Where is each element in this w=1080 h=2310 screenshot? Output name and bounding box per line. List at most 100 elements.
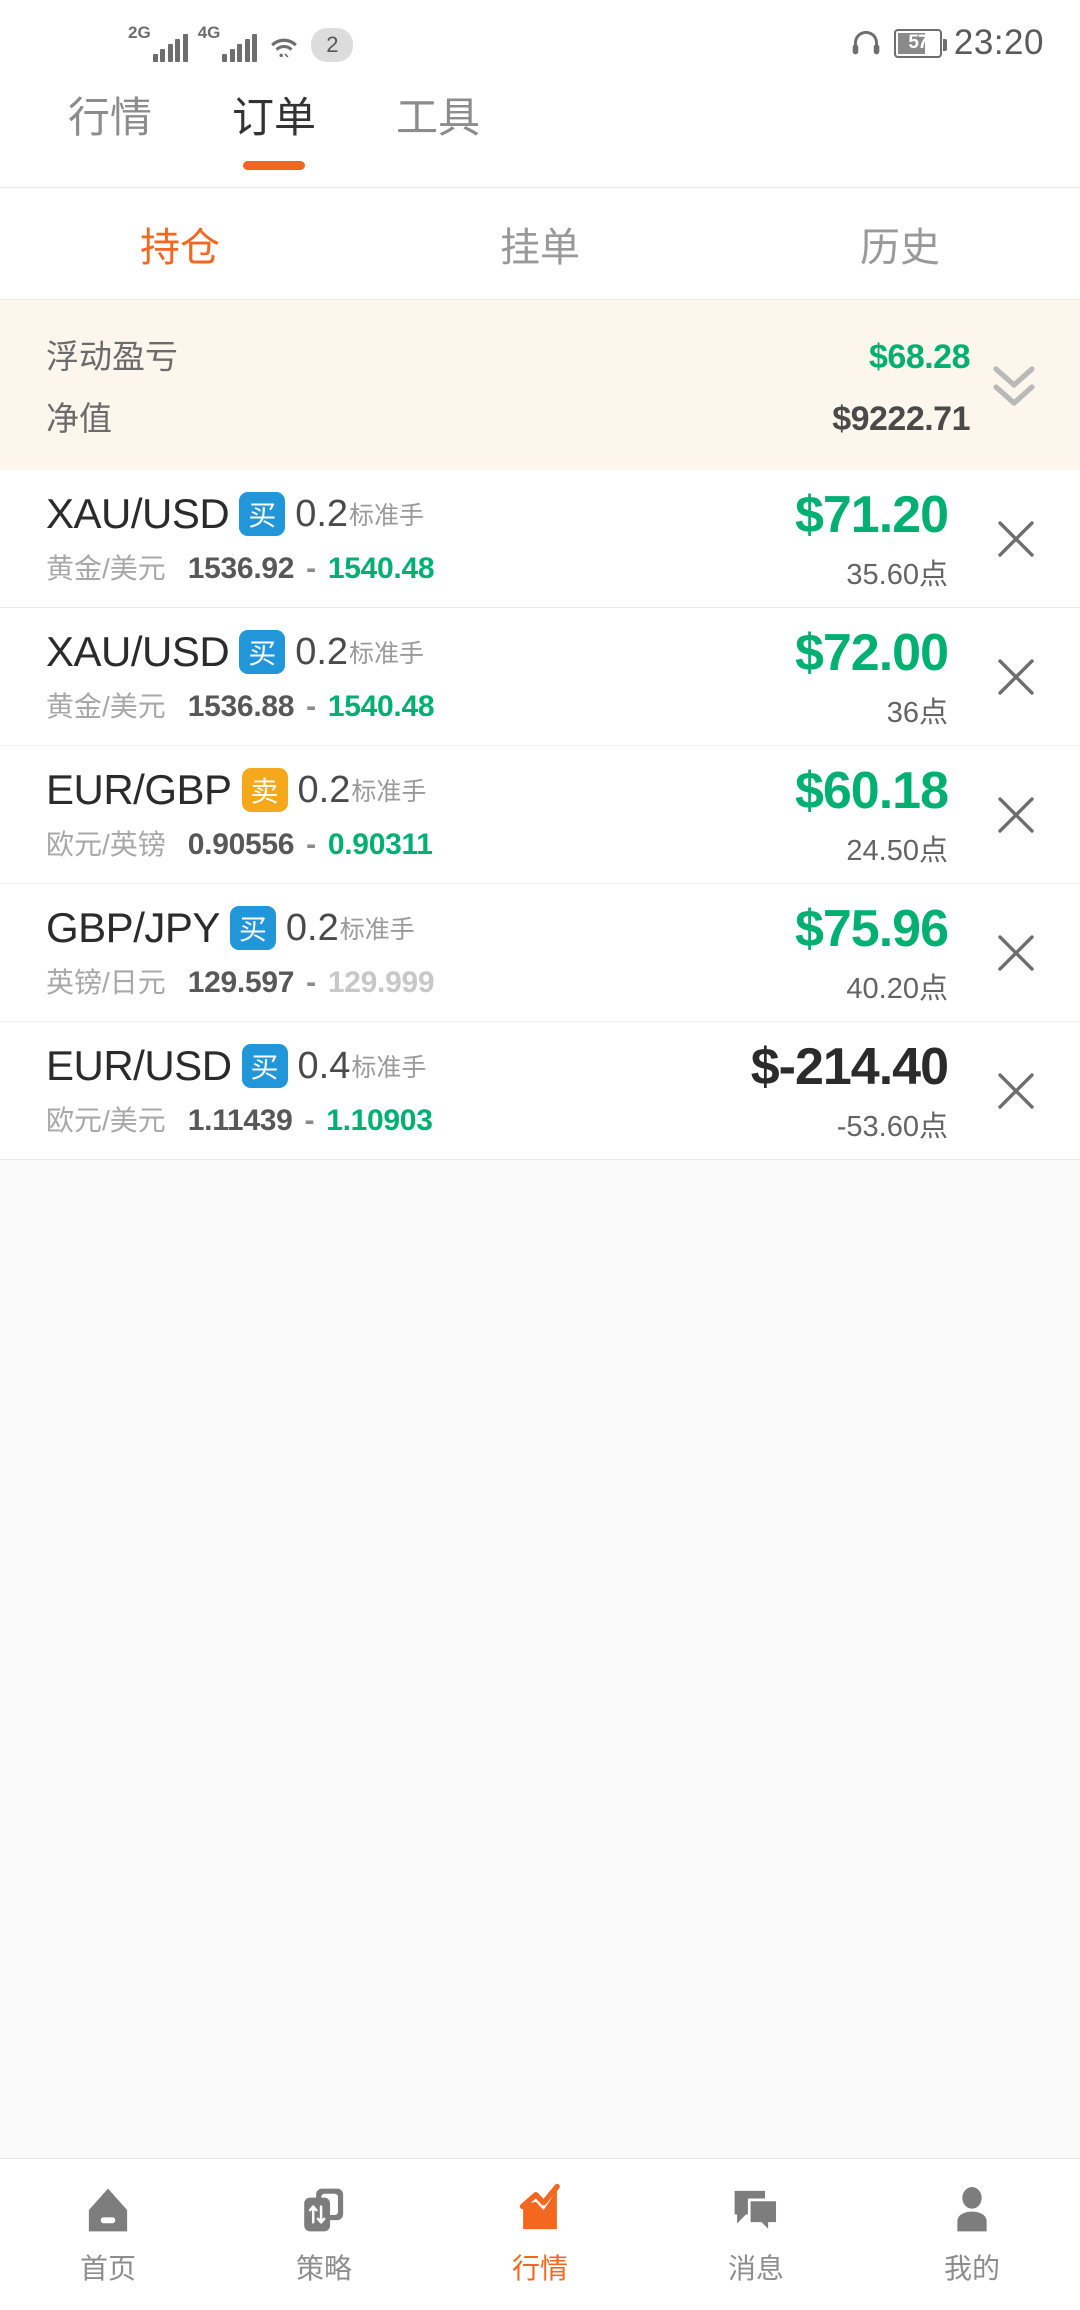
signal-2g: 2G bbox=[128, 24, 188, 62]
current-price-label: 1.10903 bbox=[326, 1104, 433, 1137]
price-pair: 1.11439 - 1.10903 bbox=[188, 1104, 433, 1138]
points-value: -53.60点 bbox=[836, 1110, 948, 1143]
nav-item-profile-label: 我的 bbox=[943, 2252, 1000, 2284]
messages-icon bbox=[734, 2190, 779, 2235]
table-row[interactable]: XAU/USD 买 0.2 标准手 黄金/美元 1536.92 - 1540.4… bbox=[0, 470, 1080, 608]
price-pair: 1536.92 - 1540.48 bbox=[187, 552, 435, 586]
tab-tools[interactable]: 工具 bbox=[374, 86, 502, 142]
table-row[interactable]: EUR/GBP 卖 0.2 标准手 欧元/英镑 0.90556 - 0.9031… bbox=[0, 746, 1080, 884]
subtab-positions[interactable]: 持仓 bbox=[0, 215, 360, 273]
pnl-value: $72.00 bbox=[794, 623, 949, 682]
direction-badge: 买 bbox=[241, 1044, 288, 1088]
price-pair: 1536.88 - 1540.48 bbox=[187, 690, 435, 724]
current-price-label: 1540.48 bbox=[327, 552, 435, 585]
active-tab-underline bbox=[243, 161, 306, 171]
status-bar-left: 2G 4G 2 bbox=[128, 23, 354, 62]
current-price-label: 129.999 bbox=[327, 966, 435, 999]
quotes-chart-icon bbox=[519, 2183, 560, 2229]
lot-unit-label: 标准手 bbox=[349, 640, 425, 668]
price-separator: - bbox=[298, 828, 324, 861]
position-subinfo: 欧元/英镑 0.90556 - 0.90311 bbox=[46, 823, 795, 863]
account-summary-panel[interactable]: 浮动盈亏 $68.28 净值 $9222.71 bbox=[0, 300, 1080, 470]
lot-unit-label: 标准手 bbox=[351, 778, 427, 806]
subtab-history[interactable]: 历史 bbox=[720, 215, 1080, 273]
tab-quotes[interactable]: 行情 bbox=[46, 86, 174, 142]
headset-icon bbox=[852, 31, 880, 55]
pnl-value: $71.20 bbox=[794, 485, 949, 544]
tab-orders[interactable]: 订单 bbox=[210, 86, 338, 171]
nav-item-profile[interactable]: 我的 bbox=[864, 2183, 1080, 2287]
position-pnl: $71.20 35.60点 bbox=[795, 485, 952, 593]
close-position-button[interactable] bbox=[952, 929, 1080, 977]
close-position-button[interactable] bbox=[952, 515, 1080, 563]
points-value: 40.20点 bbox=[846, 972, 948, 1005]
table-row[interactable]: GBP/JPY 买 0.2 标准手 英镑/日元 129.597 - 129.99… bbox=[0, 884, 1080, 1022]
price-pair: 0.90556 - 0.90311 bbox=[188, 828, 433, 862]
network-type-label-2: 4G bbox=[197, 23, 221, 42]
tab-orders-label: 订单 bbox=[232, 94, 317, 141]
open-price-label: 1536.88 bbox=[187, 690, 295, 723]
floating-pl-label: 浮动盈亏 bbox=[46, 338, 178, 375]
close-position-button[interactable] bbox=[952, 791, 1080, 839]
signal-bars-icon-2 bbox=[222, 34, 258, 62]
nav-item-strategy-label: 策略 bbox=[295, 2252, 352, 2284]
symbol-label: XAU/USD bbox=[46, 490, 230, 537]
position-info: XAU/USD 买 0.2 标准手 黄金/美元 1536.88 - 1540.4… bbox=[46, 628, 795, 725]
position-header: XAU/USD 买 0.2 标准手 bbox=[46, 490, 795, 538]
close-position-button[interactable] bbox=[952, 653, 1080, 701]
direction-badge: 买 bbox=[239, 492, 286, 536]
current-price-label: 1540.48 bbox=[327, 690, 435, 723]
pnl-value: $-214.40 bbox=[750, 1037, 949, 1096]
table-row[interactable]: EUR/USD 买 0.4 标准手 欧元/美元 1.11439 - 1.1090… bbox=[0, 1022, 1080, 1160]
nav-item-quotes-label: 行情 bbox=[511, 2252, 568, 2284]
nav-item-home-label: 首页 bbox=[79, 2252, 136, 2284]
position-info: EUR/USD 买 0.4 标准手 欧元/美元 1.11439 - 1.1090… bbox=[46, 1042, 751, 1139]
nav-item-messages[interactable]: 消息 bbox=[648, 2183, 864, 2287]
subtab-pending-orders[interactable]: 挂单 bbox=[360, 215, 720, 273]
direction-badge: 买 bbox=[229, 906, 276, 950]
position-subinfo: 黄金/美元 1536.88 - 1540.48 bbox=[46, 685, 795, 725]
tab-quotes-label: 行情 bbox=[68, 94, 153, 141]
open-price-label: 1536.92 bbox=[187, 552, 295, 585]
network-type-label-1: 2G bbox=[128, 23, 151, 42]
open-price-label: 0.90556 bbox=[187, 828, 295, 861]
profile-icon bbox=[957, 2186, 987, 2231]
lots-label: 0.2 bbox=[295, 492, 349, 535]
nav-item-home[interactable]: 首页 bbox=[0, 2183, 216, 2287]
position-header: GBP/JPY 买 0.2 标准手 bbox=[46, 904, 795, 952]
close-icon bbox=[998, 520, 1034, 557]
app-root: 2G 4G 2 57 23:20 行情 订单 工具 持仓 挂单 历史 浮动盈亏 … bbox=[0, 0, 1080, 2310]
nav-item-strategy[interactable]: 策略 bbox=[216, 2183, 432, 2287]
tab-tools-label: 工具 bbox=[396, 94, 481, 141]
position-header: EUR/USD 买 0.4 标准手 bbox=[46, 1042, 751, 1090]
battery-level-label: 57 bbox=[908, 32, 928, 53]
lot-unit-label: 标准手 bbox=[349, 502, 425, 530]
status-bar: 2G 4G 2 57 23:20 bbox=[0, 0, 1080, 86]
strategy-swap-icon bbox=[304, 2188, 344, 2231]
position-subinfo: 欧元/美元 1.11439 - 1.10903 bbox=[46, 1099, 751, 1139]
summary-rows: 浮动盈亏 $68.28 净值 $9222.71 bbox=[46, 330, 971, 440]
equity-row: 净值 $9222.71 bbox=[46, 392, 970, 440]
bottom-navigation-bar: 首页 策略 行情 消息 我的 bbox=[0, 2158, 1080, 2310]
equity-value: $9222.71 bbox=[832, 400, 970, 438]
lot-unit-label: 标准手 bbox=[339, 916, 415, 944]
price-pair: 129.597 - 129.999 bbox=[187, 966, 435, 1000]
symbol-label: EUR/USD bbox=[46, 1042, 232, 1089]
floating-pl-row: 浮动盈亏 $68.28 bbox=[46, 330, 971, 378]
position-header: XAU/USD 买 0.2 标准手 bbox=[46, 628, 795, 676]
open-price-label: 129.597 bbox=[187, 966, 295, 999]
close-icon bbox=[998, 796, 1034, 833]
close-icon bbox=[998, 1072, 1034, 1109]
floating-pl-value: $68.28 bbox=[869, 338, 971, 376]
symbol-cn-label: 黄金/美元 bbox=[46, 691, 166, 722]
position-info: GBP/JPY 买 0.2 标准手 英镑/日元 129.597 - 129.99… bbox=[46, 904, 795, 1001]
table-row[interactable]: XAU/USD 买 0.2 标准手 黄金/美元 1536.88 - 1540.4… bbox=[0, 608, 1080, 746]
direction-badge: 买 bbox=[239, 630, 286, 674]
pnl-value: $60.18 bbox=[794, 761, 949, 820]
lots-label: 0.2 bbox=[295, 630, 349, 673]
nav-item-quotes[interactable]: 行情 bbox=[432, 2183, 648, 2287]
position-subinfo: 英镑/日元 129.597 - 129.999 bbox=[46, 961, 795, 1001]
double-chevron-down-icon bbox=[993, 366, 1035, 406]
summary-expand-button[interactable] bbox=[970, 357, 1044, 413]
close-position-button[interactable] bbox=[952, 1067, 1080, 1115]
